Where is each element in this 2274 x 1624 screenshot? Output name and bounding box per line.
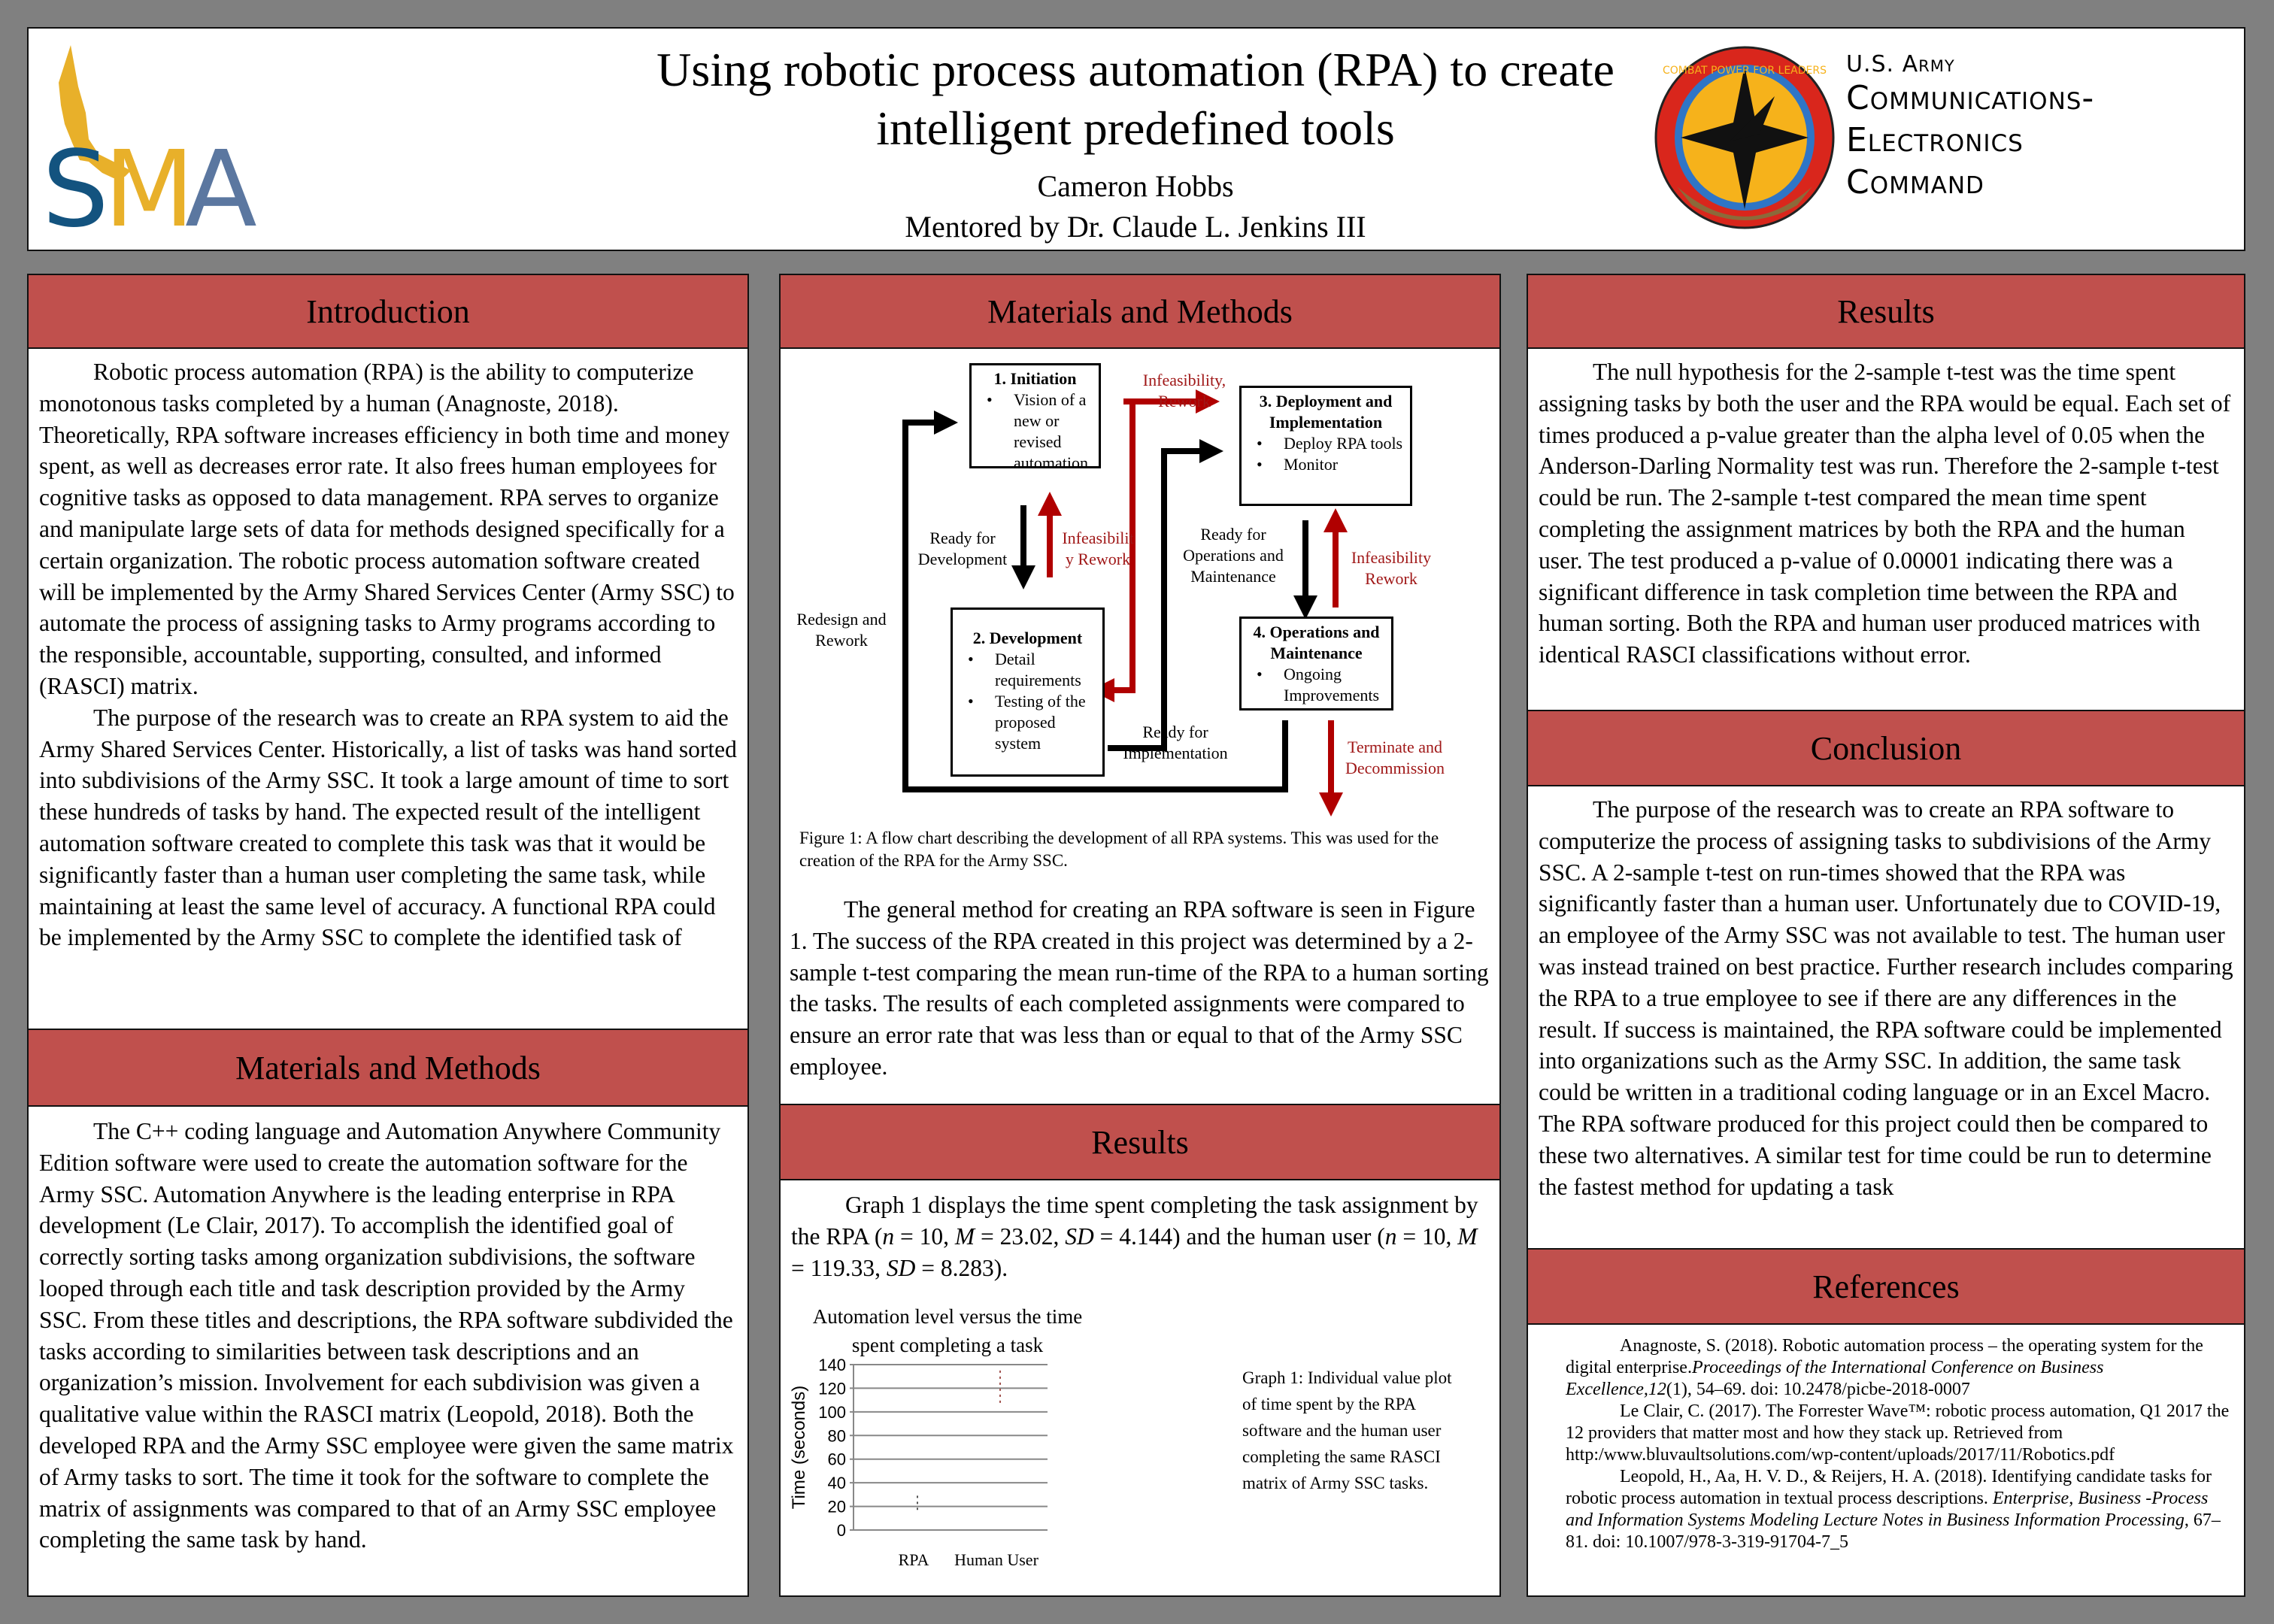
author-name: Cameron Hobbs — [1037, 169, 1234, 203]
cecom-line3: Electronics — [1846, 121, 2024, 159]
cecom-line1: U.S. Army — [1846, 51, 1955, 77]
mentor-name: Mentored by Dr. Claude L. Jenkins III — [905, 210, 1366, 244]
chart-title: Automation level versus the time — [813, 1305, 1082, 1328]
introduction-paragraph-2: The purpose of the research was to creat… — [39, 704, 737, 951]
y-tick-label: 0 — [837, 1521, 846, 1540]
results-center-paragraph: Graph 1 displays the time spent completi… — [791, 1192, 1478, 1281]
reference-item: Anagnoste, S. (2018). Robotic automation… — [1566, 1336, 2203, 1399]
label-infeasibility-2: Infeasibility Rework — [1351, 548, 1432, 588]
section-header-results-center: Results — [779, 1104, 1501, 1180]
y-tick-label: 20 — [828, 1498, 846, 1516]
chart-title: spent completing a task — [852, 1334, 1044, 1356]
section-header-introduction: Introduction — [27, 274, 749, 349]
section-header-conclusion: Conclusion — [1527, 710, 2245, 786]
label-ready-development: Ready for Development — [917, 529, 1008, 568]
reference-item: Le Clair, C. (2017). The Forrester Wave™… — [1566, 1401, 2230, 1465]
flow-box-deployment: 3. Deployment and Implementation Deploy … — [1239, 386, 1412, 506]
sma-logo: S M A — [42, 45, 257, 237]
introduction-paragraph-1: Robotic process automation (RPA) is the … — [39, 359, 735, 699]
poster-title: Using robotic process automation (RPA) t… — [656, 43, 1615, 155]
methods-left-paragraph: The C++ coding language and Automation A… — [39, 1118, 734, 1553]
cecom-line2: Communications- — [1846, 79, 2095, 117]
flow-box-operations: 4. Operations and Maintenance Ongoing Im… — [1239, 617, 1393, 710]
label-infeasibility-1: Infeasibilit y Rework — [1062, 529, 1134, 568]
x-category-label: RPA — [899, 1550, 929, 1569]
cecom-seal-icon: COMBAT POWER FOR LEADERS — [1654, 46, 1835, 229]
y-tick-label: 100 — [818, 1403, 846, 1422]
methods-center-paragraph-box: The general method for creating an RPA s… — [781, 891, 1499, 1101]
individual-value-chart: Automation level versus the time spent co… — [789, 1305, 1082, 1569]
flow-box-development: 2. Development Detail requirements Testi… — [951, 607, 1105, 777]
cecom-line4: Command — [1846, 163, 1984, 201]
sma-letter-a: A — [185, 129, 257, 237]
graph-1-caption: Graph 1: Individual value plot of time s… — [1242, 1368, 1452, 1492]
reference-item: Leopold, H., Aa, H. V. D., & Reijers, H.… — [1566, 1467, 2221, 1552]
flow-box-initiation: 1. Initiation Vision of a new or revised… — [969, 363, 1101, 472]
label-ready-operations: Ready for Operations and Maintenance — [1183, 525, 1284, 586]
label-terminate: Terminate and Decommission — [1345, 738, 1445, 777]
methods-left-body: The C++ coding language and Automation A… — [27, 1105, 749, 1597]
results-right-paragraph: The null hypothesis for the 2-sample t-t… — [1539, 359, 2231, 668]
conclusion-body: The purpose of the research was to creat… — [1527, 785, 2245, 1250]
label-infeasibility-top: Infeasibility, Rework — [1142, 371, 1226, 411]
y-tick-label: 80 — [828, 1426, 846, 1445]
y-tick-label: 140 — [818, 1356, 846, 1374]
section-header-methods-center: Materials and Methods — [779, 274, 1501, 349]
section-header-references: References — [1527, 1248, 2245, 1325]
x-category-label: Human User — [954, 1550, 1038, 1569]
cecom-wordmark: U.S. Army Communications- Electronics Co… — [1846, 51, 2094, 204]
label-redesign-rework: Redesign and Rework — [796, 610, 887, 650]
introduction-body: Robotic process automation (RPA) is the … — [27, 347, 749, 1030]
sma-letter-s: S — [42, 129, 109, 237]
section-header-results-right: Results — [1527, 274, 2245, 349]
references-body: Anagnoste, S. (2018). Robotic automation… — [1527, 1323, 2245, 1597]
y-axis-label: Time (seconds) — [789, 1386, 809, 1509]
sma-letter-m: M — [104, 129, 195, 237]
y-tick-label: 120 — [818, 1379, 846, 1398]
y-tick-label: 60 — [828, 1450, 846, 1469]
conclusion-paragraph: The purpose of the research was to creat… — [1539, 796, 2233, 1200]
svg-text:COMBAT POWER FOR LEADERS: COMBAT POWER FOR LEADERS — [1663, 65, 1827, 77]
results-right-body: The null hypothesis for the 2-sample t-t… — [1527, 347, 2245, 711]
figure-1-caption: Figure 1: A flow chart describing the de… — [799, 829, 1439, 870]
y-tick-label: 40 — [828, 1474, 846, 1492]
arrow-ready-implementation — [1108, 439, 1223, 751]
label-ready-implementation: Ready for Implementation — [1123, 723, 1228, 762]
section-header-methods-left: Materials and Methods — [27, 1029, 749, 1107]
methods-center-paragraph: The general method for creating an RPA s… — [790, 896, 1489, 1080]
